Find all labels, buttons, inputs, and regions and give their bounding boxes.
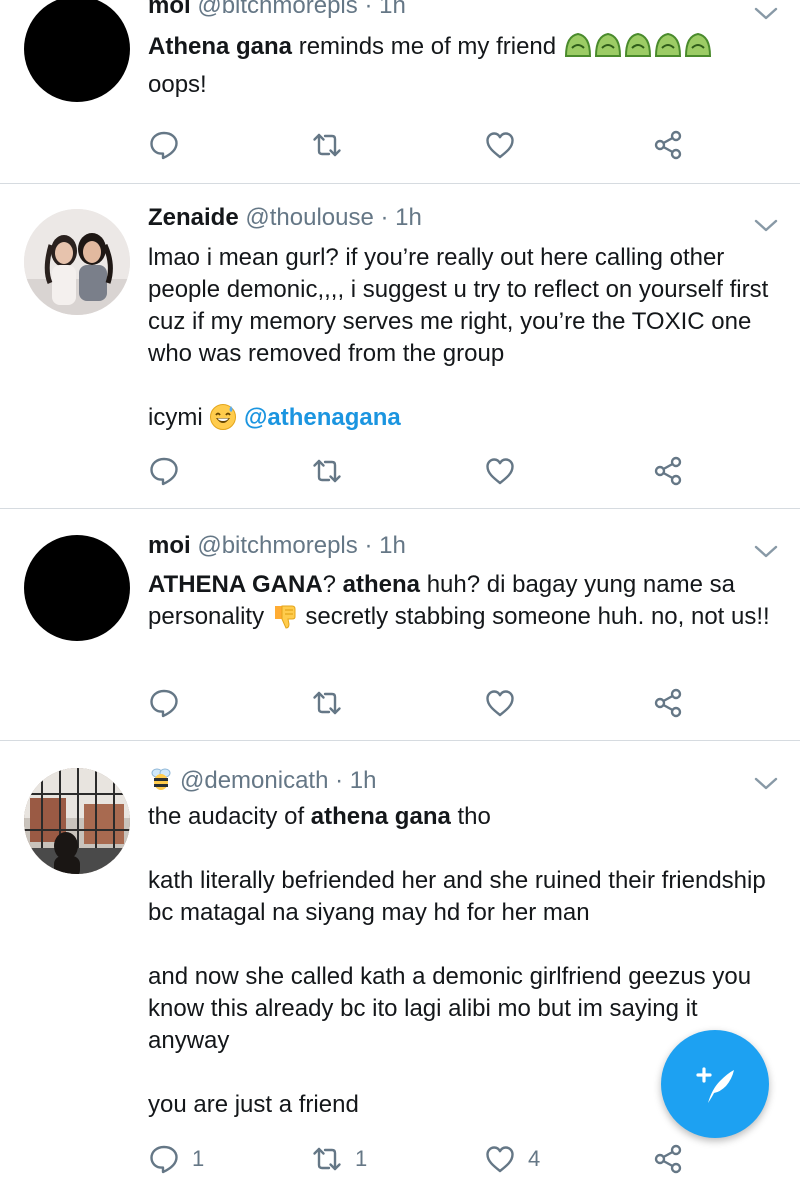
chevron-down-icon[interactable] [752, 4, 780, 24]
bold-text[interactable]: Athena gana [148, 33, 292, 60]
avatar-photo [24, 768, 130, 874]
like-button[interactable] [484, 125, 516, 165]
tweet-header: moi @bitchmorepls · 1h [148, 0, 406, 21]
text-segment: icymi [148, 404, 210, 431]
like-icon [486, 1146, 514, 1173]
tweet-1[interactable]: moi @bitchmorepls · 1h Athena gana remin… [0, 0, 800, 183]
share-icon [654, 130, 682, 160]
grinning-sweat-emoji [209, 403, 237, 440]
like-icon [486, 458, 514, 485]
avatar[interactable] [24, 209, 130, 315]
like-count: 4 [528, 1146, 541, 1171]
avatar[interactable] [24, 768, 130, 874]
chevron-down-icon[interactable] [752, 216, 780, 236]
tweet-header: @demonicath · 1h [148, 766, 376, 800]
share-icon [654, 688, 682, 718]
retweet-button[interactable]: 1 [311, 1139, 367, 1179]
tweet-actions [0, 451, 800, 491]
text-line: oops! [148, 71, 207, 98]
text-paragraph: kath literally befriended her and she ru… [148, 867, 766, 926]
timestamp: · 1h [364, 0, 406, 19]
tweet-header: moi @bitchmorepls · 1h [148, 531, 406, 561]
tweet-actions [0, 125, 800, 165]
bold-text[interactable]: athena [343, 571, 420, 598]
tweet-actions [0, 683, 800, 723]
like-button[interactable]: 4 [484, 1139, 540, 1179]
handle[interactable]: @demonicath [180, 767, 328, 794]
reply-button[interactable] [148, 683, 180, 723]
retweet-icon [313, 1147, 341, 1171]
reply-icon [150, 1145, 178, 1174]
leaf-face-emoji [563, 30, 713, 69]
text-segment: tho [450, 803, 491, 830]
like-icon [486, 132, 514, 159]
thumbs-down-emoji [271, 602, 299, 639]
tweet-actions: 1 1 4 [0, 1139, 800, 1179]
text-segment: ? [322, 571, 343, 598]
timestamp: · 1h [380, 204, 422, 231]
tweet-text: lmao i mean gurl? if you’re really out h… [148, 242, 773, 440]
like-icon [486, 690, 514, 717]
timestamp: · 1h [364, 532, 406, 559]
tweet-header: Zenaide @thoulouse · 1h [148, 203, 422, 233]
tweet-text: Athena gana reminds me of my friend oops… [148, 30, 773, 101]
share-button[interactable] [652, 683, 684, 723]
display-name[interactable]: Zenaide [148, 204, 239, 231]
reply-icon [150, 131, 178, 160]
retweet-icon [313, 133, 341, 157]
display-name[interactable]: moi [148, 532, 191, 559]
handle[interactable]: @bitchmorepls [197, 0, 357, 19]
text-segment: reminds me of my friend [292, 33, 563, 60]
reply-icon [150, 689, 178, 718]
bee-emoji [148, 766, 174, 800]
share-button[interactable] [652, 1139, 684, 1179]
reply-count: 1 [192, 1146, 205, 1171]
reply-button[interactable]: 1 [148, 1139, 204, 1179]
avatar[interactable] [24, 535, 130, 641]
avatar-photo [24, 209, 130, 315]
mention-link[interactable]: @athenagana [244, 404, 401, 431]
retweet-count: 1 [355, 1146, 368, 1171]
tweet-text: ATHENA GANA? athena huh? di bagay yung n… [148, 569, 773, 639]
reply-button[interactable] [148, 125, 180, 165]
bold-text[interactable]: ATHENA GANA [148, 571, 323, 598]
reply-button[interactable] [148, 451, 180, 491]
retweet-button[interactable] [311, 683, 343, 723]
bold-text[interactable]: athena gana [311, 803, 451, 830]
retweet-icon [313, 691, 341, 715]
tweet-2[interactable]: Zenaide @thoulouse · 1h lmao i mean gurl… [0, 184, 800, 508]
handle[interactable]: @thoulouse [245, 204, 373, 231]
share-button[interactable] [652, 451, 684, 491]
like-button[interactable] [484, 683, 516, 723]
share-button[interactable] [652, 125, 684, 165]
text-segment: secretly stabbing someone huh. no, not u… [298, 603, 770, 630]
retweet-button[interactable] [311, 451, 343, 491]
handle[interactable]: @bitchmorepls [197, 532, 357, 559]
share-icon [654, 1144, 682, 1174]
timestamp: · 1h [335, 767, 377, 794]
display-name[interactable]: moi [148, 0, 191, 19]
chevron-down-icon[interactable] [752, 542, 780, 562]
retweet-button[interactable] [311, 125, 343, 165]
compose-tweet-icon [696, 1067, 734, 1103]
like-button[interactable] [484, 451, 516, 491]
compose-tweet-button[interactable] [661, 1030, 769, 1138]
text-segment: the audacity of [148, 803, 311, 830]
retweet-icon [313, 459, 341, 483]
reply-icon [150, 457, 178, 486]
avatar[interactable] [24, 0, 130, 102]
tweet-3[interactable]: moi @bitchmorepls · 1h ATHENA GANA? athe… [0, 509, 800, 740]
text-paragraph: lmao i mean gurl? if you’re really out h… [148, 244, 769, 367]
chevron-down-icon[interactable] [752, 774, 780, 794]
share-icon [654, 456, 682, 486]
